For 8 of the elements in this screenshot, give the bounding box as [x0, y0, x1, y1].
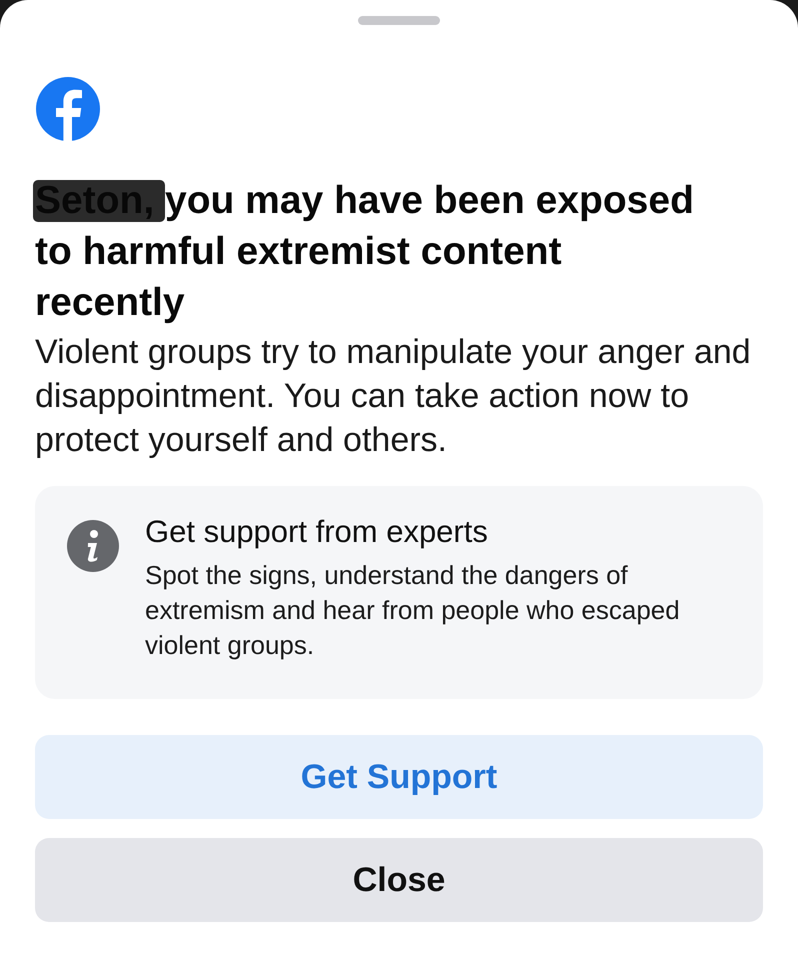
get-support-button[interactable]: Get Support [35, 735, 763, 819]
card-description: Spot the signs, understand the dangers of extremism and hear from people who escaped violent groups. [145, 559, 681, 662]
card-title: Get support from experts [145, 513, 489, 551]
alert-message: Violent groups try to manipulate your anger and disappointment. You can take action now to protect yourself and others. [35, 332, 752, 461]
close-button[interactable]: Close [35, 838, 763, 922]
info-icon [67, 520, 119, 572]
facebook-logo-icon [36, 77, 100, 141]
drag-handle[interactable] [358, 16, 440, 25]
